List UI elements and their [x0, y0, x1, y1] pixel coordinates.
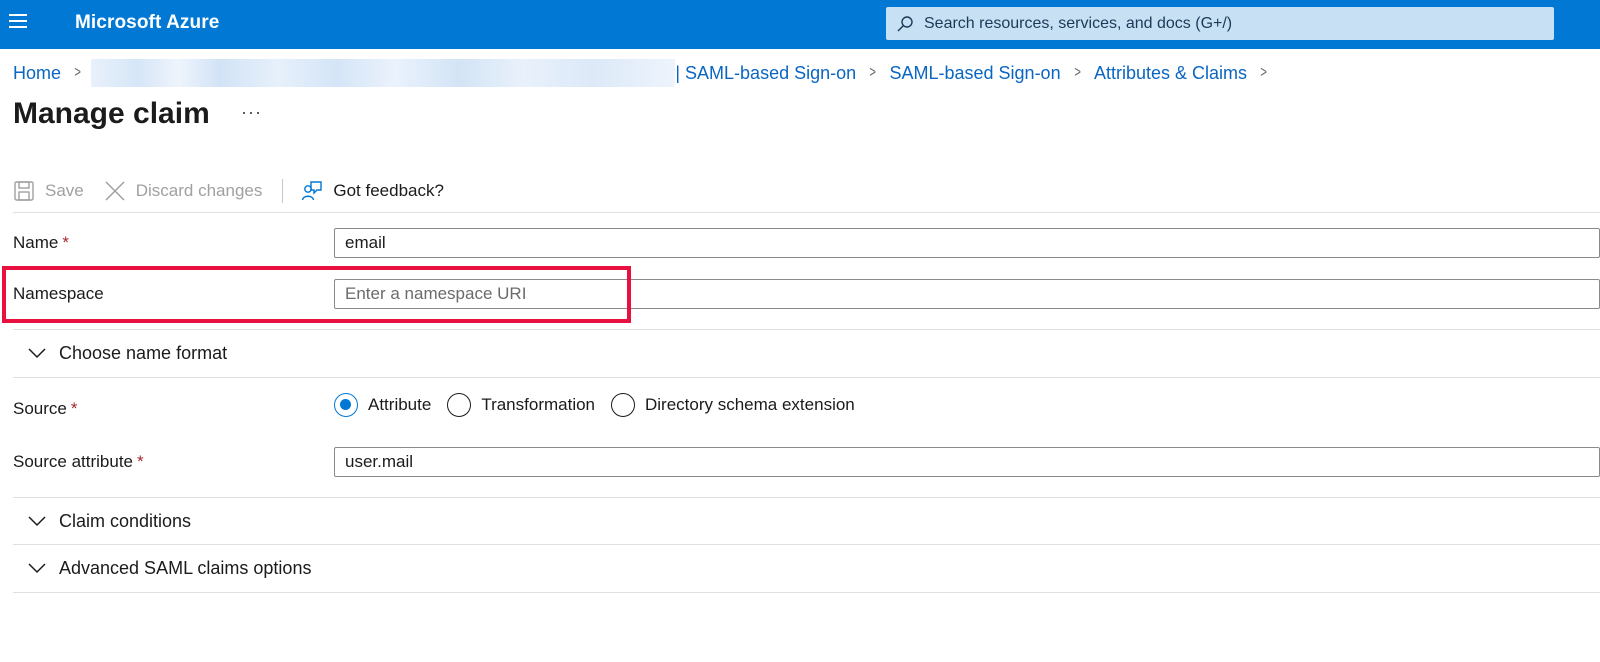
name-field[interactable] — [334, 228, 1600, 258]
source-attribute-input[interactable] — [335, 448, 1599, 476]
chevron-down-icon — [28, 348, 46, 359]
chevron-right-icon: > — [1260, 64, 1267, 81]
more-options-button[interactable]: ··· — [241, 102, 262, 123]
chevron-right-icon: > — [869, 64, 877, 81]
section-divider — [13, 329, 1600, 330]
source-radio-transformation[interactable]: Transformation — [447, 393, 595, 417]
breadcrumb-home[interactable]: Home — [13, 63, 61, 84]
claim-conditions-section[interactable]: Claim conditions — [13, 498, 191, 544]
name-input[interactable] — [335, 229, 1599, 257]
global-search[interactable] — [886, 7, 1554, 40]
required-indicator: * — [70, 399, 78, 418]
radio-label: Directory schema extension — [645, 395, 855, 414]
name-label: Name * — [13, 233, 69, 253]
choose-name-format-label: Choose name format — [59, 342, 228, 363]
top-bar: Microsoft Azure — [0, 0, 1600, 49]
chevron-down-icon — [28, 516, 46, 527]
source-attribute-field[interactable] — [334, 447, 1600, 477]
discard-changes-label: Discard changes — [135, 181, 263, 200]
redacted-app-name — [91, 59, 676, 87]
section-divider — [13, 377, 1600, 378]
breadcrumb: Home > | SAML-based Sign-on > SAML-based… — [13, 59, 1280, 87]
section-divider — [13, 592, 1600, 593]
advanced-saml-options-label: Advanced SAML claims options — [59, 557, 312, 578]
page-title: Manage claim — [13, 97, 210, 130]
required-indicator: * — [62, 233, 69, 252]
highlight-annotation-box — [2, 266, 631, 323]
radio-label: Transformation — [481, 395, 595, 414]
source-radio-group: Attribute Transformation Directory schem… — [334, 392, 871, 418]
save-label: Save — [45, 181, 84, 200]
claim-conditions-label: Claim conditions — [59, 510, 192, 531]
brand-title[interactable]: Microsoft Azure — [75, 12, 219, 34]
discard-changes-button[interactable]: Discard changes — [104, 180, 263, 202]
choose-name-format-section[interactable]: Choose name format — [13, 330, 227, 376]
breadcrumb-attributes-claims[interactable]: Attributes & Claims — [1094, 63, 1247, 84]
save-button[interactable]: Save — [13, 180, 84, 202]
required-indicator: * — [137, 452, 144, 471]
toolbar-divider — [282, 179, 284, 203]
source-label: Source * — [13, 399, 78, 419]
feedback-icon — [302, 181, 323, 201]
close-icon — [105, 181, 125, 201]
name-label-text: Name — [13, 233, 59, 252]
source-label-text: Source — [13, 399, 67, 418]
breadcrumb-saml-sign-on[interactable]: SAML-based Sign-on — [889, 63, 1060, 84]
radio-unchecked-icon[interactable] — [447, 393, 472, 417]
search-input[interactable] — [924, 14, 1524, 33]
chevron-right-icon: > — [1073, 64, 1081, 81]
source-attribute-label: Source attribute * — [13, 452, 144, 472]
command-bar: Save Discard changes Got feedback? — [13, 174, 444, 208]
source-radio-attribute[interactable]: Attribute — [334, 393, 431, 417]
advanced-saml-options-section[interactable]: Advanced SAML claims options — [13, 545, 311, 591]
feedback-label: Got feedback? — [333, 181, 444, 200]
radio-label: Attribute — [368, 395, 432, 414]
search-icon — [897, 15, 913, 31]
feedback-button[interactable]: Got feedback? — [301, 180, 444, 202]
radio-checked-icon[interactable] — [334, 393, 358, 417]
source-attribute-label-text: Source attribute — [13, 452, 134, 471]
save-icon — [14, 181, 34, 201]
hamburger-menu-icon[interactable] — [9, 14, 27, 32]
source-radio-directory-schema-extension[interactable]: Directory schema extension — [611, 393, 855, 417]
chevron-right-icon: > — [74, 64, 81, 81]
breadcrumb-saml-app[interactable]: | SAML-based Sign-on — [675, 63, 856, 84]
chevron-down-icon — [28, 563, 46, 574]
toolbar-divider-line — [13, 212, 1600, 213]
radio-unchecked-icon[interactable] — [611, 393, 635, 417]
section-divider — [13, 497, 1600, 498]
